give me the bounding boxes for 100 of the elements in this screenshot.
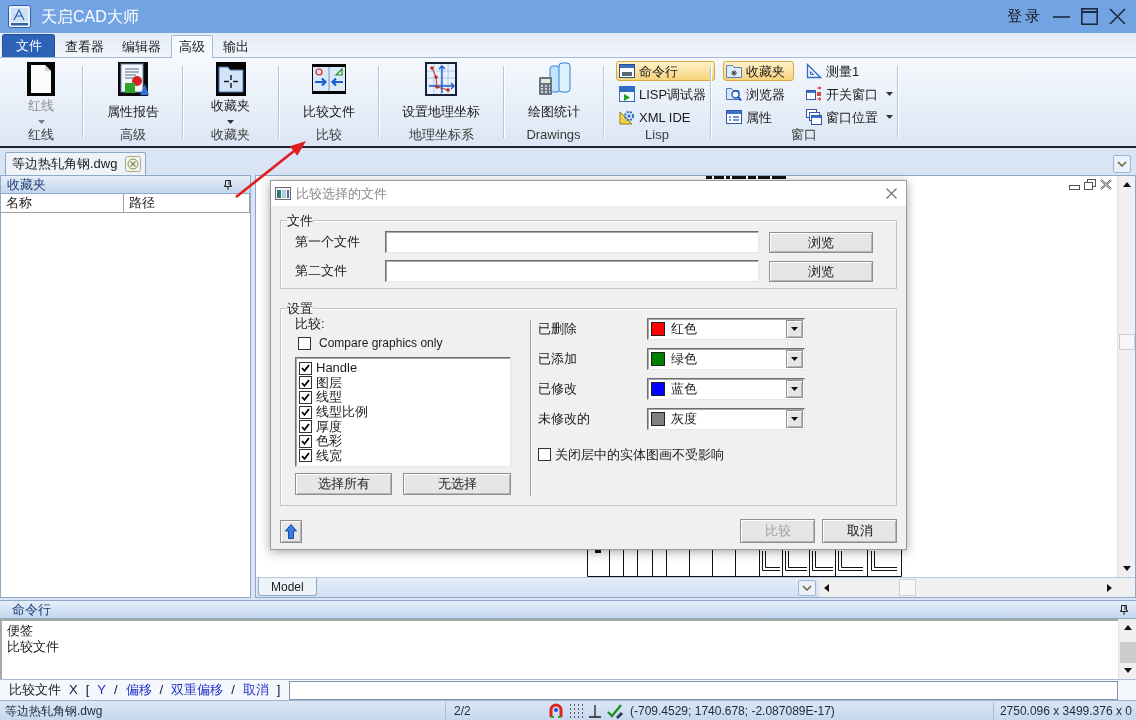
perpendicular-icon[interactable]: [588, 703, 602, 718]
ribbon-button[interactable]: 浏览器: [723, 84, 794, 104]
up-arrow-icon[interactable]: [1123, 625, 1132, 630]
checkbox[interactable]: [299, 376, 312, 390]
command-input[interactable]: [289, 680, 1118, 700]
chevron-button[interactable]: [1113, 155, 1131, 173]
scrollbar-thumb[interactable]: [1119, 334, 1135, 350]
close-icon[interactable]: [1109, 8, 1126, 25]
ribbon-button[interactable]: 绘图统计: [522, 60, 585, 127]
magnifier-icon: [726, 86, 742, 102]
maximize-icon[interactable]: [1081, 8, 1098, 25]
ribbon-button[interactable]: 设置地理坐标: [397, 60, 485, 127]
up-arrow-icon[interactable]: [1122, 182, 1131, 187]
layout-tab[interactable]: Model: [258, 578, 317, 596]
select-button[interactable]: 选择所有: [295, 473, 392, 495]
checkbox[interactable]: [538, 448, 551, 462]
gear-icon: [619, 109, 635, 125]
stacked-windows-icon: [806, 109, 822, 125]
list-item-label[interactable]: 线宽: [316, 448, 342, 463]
close-icon[interactable]: [125, 156, 142, 172]
caret-icon[interactable]: [786, 350, 803, 368]
close-icon[interactable]: [1100, 179, 1112, 190]
scrollbar-thumb[interactable]: [899, 579, 916, 596]
down-arrow-icon[interactable]: [1123, 668, 1132, 673]
document-tab[interactable]: 等边热轧角钢.dwg: [5, 152, 147, 175]
calculator-icon: [536, 62, 571, 96]
app-logo-icon: [8, 5, 31, 28]
prompt-option[interactable]: 双重偏移: [171, 680, 224, 700]
color-dropdown[interactable]: 灰度: [647, 408, 805, 430]
grid-dots-icon[interactable]: [569, 703, 583, 718]
prompt-option[interactable]: Y: [97, 680, 106, 700]
ribbon-button[interactable]: 收藏夹: [206, 60, 255, 127]
prompt-option[interactable]: 取消: [242, 680, 269, 700]
compare-icon: [311, 62, 346, 96]
checkbox[interactable]: [299, 361, 312, 375]
scrollbar-thumb[interactable]: [1120, 642, 1136, 663]
checkbox[interactable]: [299, 390, 312, 404]
ribbon-button[interactable]: 属性报告: [101, 60, 164, 127]
check-pencil-icon[interactable]: [607, 702, 623, 719]
window-title: 天启CAD大师: [41, 7, 139, 26]
checkbox[interactable]: [299, 420, 312, 434]
prompt-text: ]: [276, 681, 281, 700]
vertical-scrollbar[interactable]: [1117, 176, 1135, 577]
file-menu-tab[interactable]: 文件: [2, 34, 55, 57]
restore-icon[interactable]: [1084, 179, 1096, 190]
login-link[interactable]: 登录: [1007, 5, 1043, 28]
caret-icon[interactable]: [786, 380, 803, 398]
ribbon-button[interactable]: 开关窗口: [803, 84, 902, 104]
input-field[interactable]: [385, 231, 759, 253]
ribbon-tab[interactable]: 查看器: [57, 35, 112, 57]
field-label: 第一个文件: [294, 233, 361, 252]
ribbon-tab[interactable]: 编辑器: [114, 35, 169, 57]
color-dropdown[interactable]: 蓝色: [647, 378, 805, 400]
caret-icon: [886, 92, 893, 96]
pin-icon[interactable]: [224, 179, 232, 190]
checkbox[interactable]: [298, 336, 311, 350]
ribbon-button[interactable]: XML IDE: [616, 107, 716, 127]
color-dropdown[interactable]: 绿色: [647, 348, 805, 370]
magnet-icon[interactable]: [548, 702, 564, 719]
list-item-label[interactable]: 色彩: [316, 434, 342, 449]
checkbox[interactable]: [299, 434, 312, 448]
ribbon-button[interactable]: 属性: [723, 107, 794, 127]
chevron-button[interactable]: [798, 580, 816, 596]
ribbon-tab[interactable]: 高级: [171, 35, 213, 58]
select-button[interactable]: 无选择: [403, 473, 511, 495]
list-item-label[interactable]: 线型: [316, 390, 342, 405]
checkbox[interactable]: [299, 449, 312, 463]
caret-icon: [37, 120, 45, 124]
ribbon-tab[interactable]: 输出: [215, 35, 257, 57]
ribbon-group-label: 比较: [314, 127, 343, 144]
horizontal-scrollbar[interactable]: [819, 578, 1117, 597]
field-label: 已添加: [538, 350, 578, 369]
left-arrow-icon[interactable]: [824, 583, 829, 592]
color-dropdown[interactable]: 红色: [647, 318, 805, 340]
list-item-label[interactable]: 图层: [316, 375, 342, 390]
browse-button[interactable]: 浏览: [769, 260, 873, 282]
caret-icon[interactable]: [786, 320, 803, 338]
right-arrow-icon[interactable]: [1107, 583, 1112, 592]
folder-icon: [213, 62, 248, 96]
status-coordinates: (-709.4529; 1740.678; -2.087089E-17): [630, 702, 836, 720]
input-field[interactable]: [385, 260, 759, 282]
browse-button[interactable]: 浏览: [769, 231, 873, 253]
vertical-scrollbar[interactable]: [1118, 619, 1136, 679]
dialog-button[interactable]: 取消: [822, 519, 897, 543]
prompt-option[interactable]: 偏移: [125, 680, 152, 700]
checkbox[interactable]: [299, 405, 312, 419]
list-item-label[interactable]: 厚度: [316, 419, 342, 434]
ribbon-button[interactable]: 命令行: [616, 61, 716, 81]
command-history-line: 便签: [7, 623, 34, 639]
ribbon-group-label: 窗口: [790, 127, 818, 144]
list-item-label[interactable]: Handle: [316, 361, 358, 376]
prompt-text: X: [69, 681, 78, 700]
ribbon-button[interactable]: 比较文件: [297, 60, 360, 127]
caret-icon[interactable]: [786, 410, 803, 428]
down-arrow-icon[interactable]: [1122, 566, 1131, 571]
close-icon[interactable]: [886, 188, 897, 199]
pin-icon[interactable]: [1120, 604, 1128, 615]
up-button[interactable]: [280, 519, 302, 543]
list-item-label[interactable]: 线型比例: [316, 405, 368, 419]
ribbon-button[interactable]: 收藏夹: [723, 61, 794, 81]
